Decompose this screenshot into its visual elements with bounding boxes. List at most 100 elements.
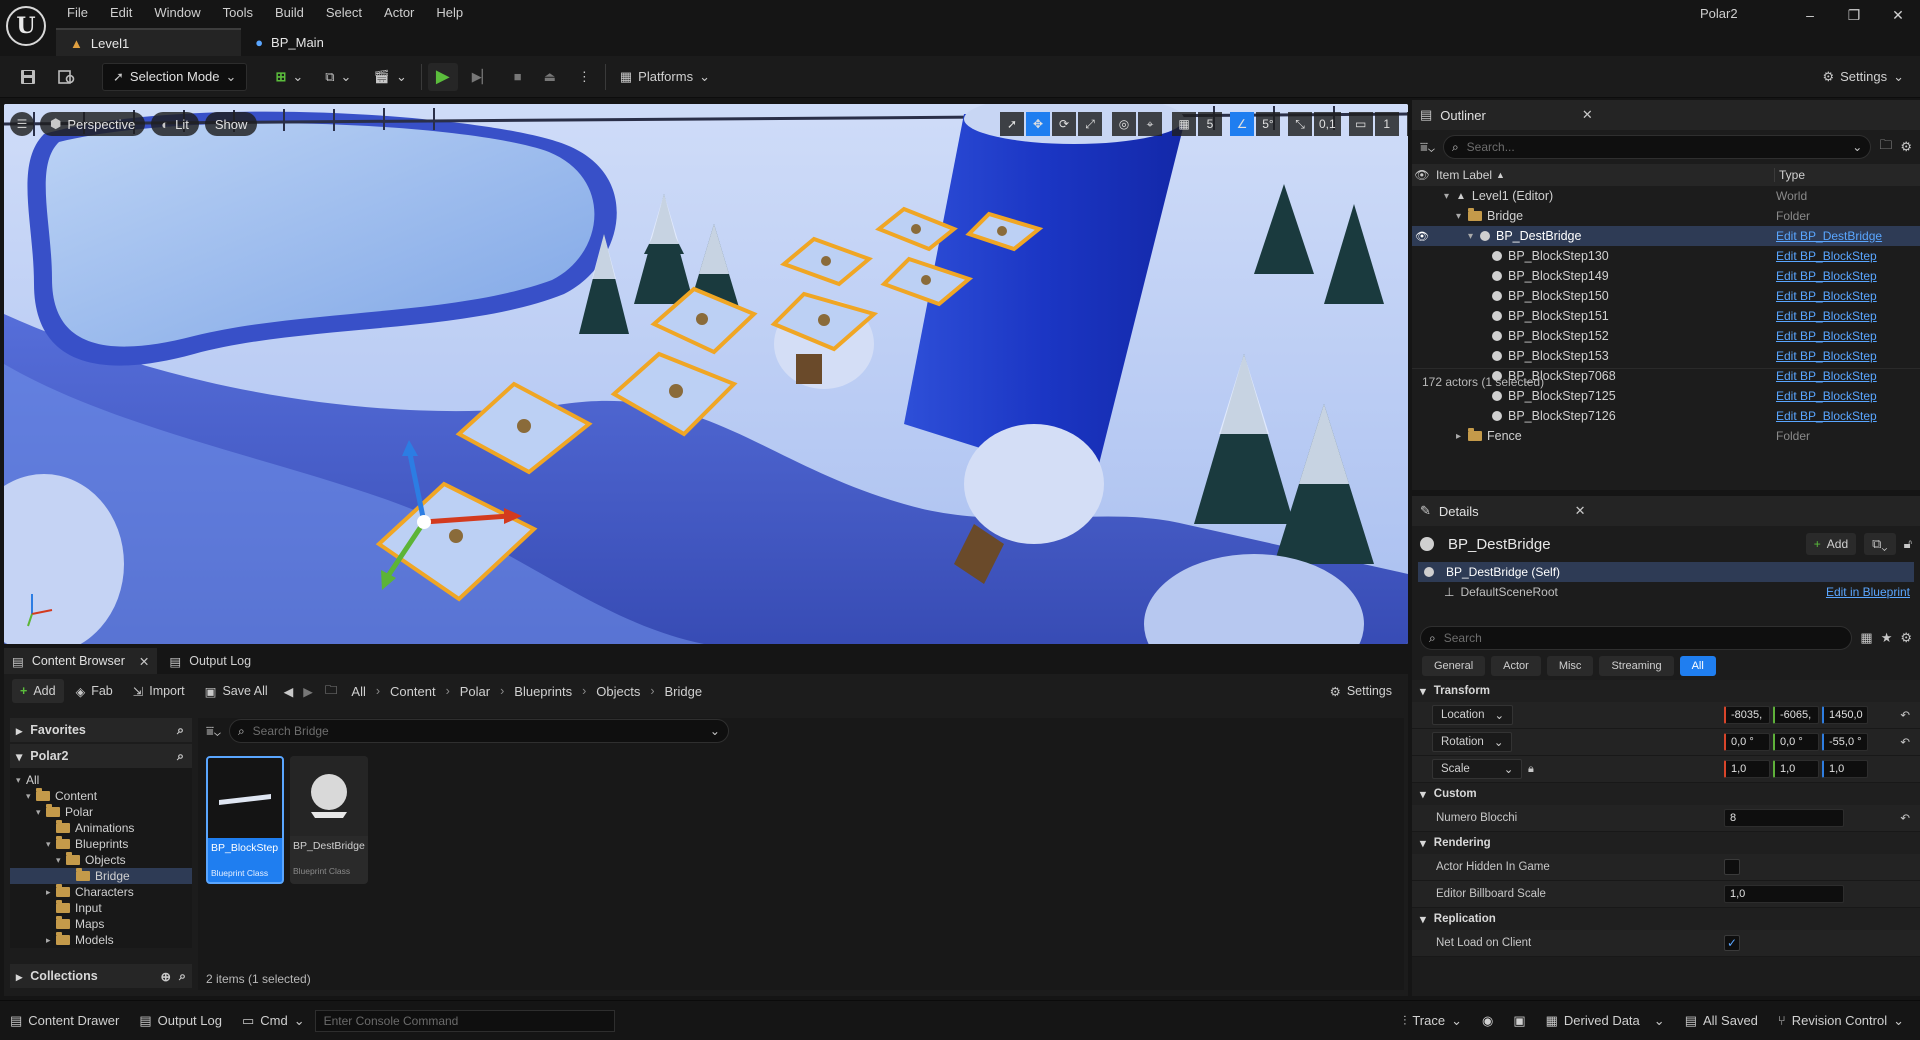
details-actor-name[interactable]: BP_DestBridge [1448,536,1551,553]
edit-blueprint-link[interactable]: Edit BP_DestBridge [1776,229,1882,243]
back-icon[interactable]: ◀ [284,684,294,699]
save-icon[interactable] [12,63,44,91]
close-icon[interactable]: ✕ [1575,503,1586,519]
play-options-button[interactable]: ⋮ [570,63,599,91]
select-tool-icon[interactable]: ➚ [1000,112,1024,136]
section-rendering[interactable]: ▾ Rendering [1412,832,1920,854]
cb-settings-button[interactable]: ⚙ Settings [1322,677,1400,705]
fab-button[interactable]: ◈ Fab [68,677,121,705]
add-component-button[interactable]: + Add [1805,533,1857,555]
grid-snap-icon[interactable]: ▦ [1172,112,1196,136]
viewport-layout-icon[interactable]: ⊞ [1406,112,1408,136]
section-custom[interactable]: ▾ Custom [1412,783,1920,805]
folder-tree-item[interactable]: ▸ Characters [10,884,192,900]
scale-z[interactable]: 1,0 [1822,760,1868,778]
menu-help[interactable]: Help [425,1,474,24]
section-replication[interactable]: ▾ Replication [1412,908,1920,930]
camera-speed-icon[interactable]: ▭ [1348,112,1373,136]
tab-bp-main[interactable]: ● BP_Main [241,28,338,56]
trace-dropdown[interactable]: ⫶ Trace ⌄ [1393,1007,1472,1035]
numero-blocchi-input[interactable]: 8 [1724,809,1844,827]
details-search[interactable]: ⌕ Search [1420,626,1853,650]
expander-icon[interactable]: ▾ [26,791,36,802]
asset-tile[interactable]: BP_DestBridge Blueprint Class [290,756,368,884]
edit-blueprint-link[interactable]: Edit BP_BlockStep [1776,289,1877,303]
save-all-button[interactable]: ▣ Save All [197,677,276,705]
new-folder-icon[interactable]: 🗀︎ [1879,136,1892,158]
edit-in-blueprint-link[interactable]: Edit in Blueprint [1826,585,1910,599]
reset-icon[interactable]: ↶ [1900,811,1910,825]
folder-tree-item[interactable]: Input [10,900,192,916]
angle-snap-icon[interactable]: ∠ [1230,112,1254,136]
folder-tree-item[interactable]: ▾ Content [10,788,192,804]
camera-speed-value[interactable]: 1 [1374,112,1399,136]
rotation-z[interactable]: -55,0 ° [1822,733,1868,751]
star-icon[interactable]: ★ [1881,630,1893,646]
close-button[interactable]: ✕ [1876,7,1920,24]
platforms-dropdown[interactable]: ▦ Platforms ⌄ [612,63,718,91]
folder-tree-item[interactable]: ▾ Polar [10,804,192,820]
screenshot-icon[interactable]: ▣ [1503,1007,1535,1035]
scale-x[interactable]: 1,0 [1724,760,1770,778]
derived-data-dropdown[interactable]: ▦ Derived Data ⌄ [1536,1007,1675,1035]
actor-hidden-checkbox[interactable] [1724,859,1740,875]
tab-content-browser[interactable]: ▤ Content Browser ✕ [4,648,158,674]
collections-header[interactable]: ▸ Collections ⊕ ⌕ [10,964,192,988]
section-transform[interactable]: ▾ Transform [1412,680,1920,702]
component-root-row[interactable]: ⊥ DefaultSceneRoot Edit in Blueprint [1418,582,1914,602]
filter-general[interactable]: General [1422,656,1486,676]
perspective-button[interactable]: ⬢ Perspective [40,112,146,136]
play-button[interactable]: ▶ [427,62,458,91]
billboard-scale-input[interactable]: 1,0 [1724,885,1844,903]
outliner-row[interactable]: ▾ Bridge Folder [1412,206,1920,226]
gear-icon[interactable]: ⚙ [1900,139,1912,155]
output-log-button[interactable]: ▤ Output Log [129,1007,232,1035]
reset-icon[interactable]: ↶ [1900,708,1910,722]
menu-actor[interactable]: Actor [373,1,425,24]
add-collection-icon[interactable]: ⊕ [161,969,171,984]
add-actor-button[interactable]: ⊞ ⌄ [267,63,311,91]
add-button[interactable]: + Add [12,679,64,703]
project-header[interactable]: ▾ Polar2 ⌕ [10,744,192,768]
col-type[interactable]: Type [1774,168,1805,182]
menu-select[interactable]: Select [315,1,373,24]
reset-icon[interactable]: ↶ [1900,735,1910,749]
close-icon[interactable]: ✕ [139,654,149,669]
lit-button[interactable]: ◐ Lit [151,112,199,136]
expander-icon[interactable]: ▸ [1456,431,1468,442]
expander-icon[interactable]: ▾ [46,839,56,850]
location-y[interactable]: -6065, [1773,706,1819,724]
move-tool-icon[interactable]: ✥ [1026,112,1050,136]
outliner-row[interactable]: BP_BlockStep151 Edit BP_BlockStep [1412,306,1920,326]
eject-button[interactable]: ⏏ [536,63,564,91]
edit-blueprint-link[interactable]: Edit BP_BlockStep [1776,349,1877,363]
expander-icon[interactable]: ▸ [46,935,56,946]
outliner-row[interactable]: BP_BlockStep152 Edit BP_BlockStep [1412,326,1920,346]
folder-tree-item[interactable]: ▾ Blueprints [10,836,192,852]
menu-file[interactable]: File [56,1,99,24]
location-z[interactable]: 1450,0 [1822,706,1868,724]
selection-mode-dropdown[interactable]: ➚ Selection Mode ⌄ [102,62,248,91]
scale-snap-value[interactable]: 0,1 [1314,112,1341,136]
col-item-label[interactable]: Item Label [1436,168,1492,182]
gear-icon[interactable]: ⚙ [1900,630,1912,646]
close-icon[interactable]: ✕ [1582,107,1593,123]
net-load-checkbox[interactable]: ✓ [1724,935,1740,951]
angle-snap-value[interactable]: 5° [1256,112,1280,136]
world-space-icon[interactable]: ◎ [1112,112,1136,136]
filter-icon[interactable]: ⩸⌄ [206,723,221,739]
details-tab[interactable]: ✎ Details ✕ [1412,496,1920,526]
folder-tree-item[interactable]: ▾ Objects [10,852,192,868]
lock-icon[interactable]: 🔒︎ [1528,763,1534,776]
asset-tile[interactable]: BP_BlockStep Blueprint Class [206,756,284,884]
search-icon[interactable]: ⌕ [179,969,186,984]
show-button[interactable]: Show [204,112,258,136]
filter-streaming[interactable]: Streaming [1599,656,1674,676]
favorites-header[interactable]: ▸ Favorites ⌕ [10,718,192,742]
outliner-row[interactable]: ▾ ▲ Level1 (Editor) World [1412,186,1920,206]
lock-icon[interactable]: 🔓︎ [1904,536,1912,552]
crumb-blueprints[interactable]: Blueprints [514,684,572,699]
revision-control-button[interactable]: ⑂ Revision Control ⌄ [1768,1007,1914,1035]
menu-tools[interactable]: Tools [212,1,264,24]
advance-frame-button[interactable]: ▶▏ [464,63,500,91]
